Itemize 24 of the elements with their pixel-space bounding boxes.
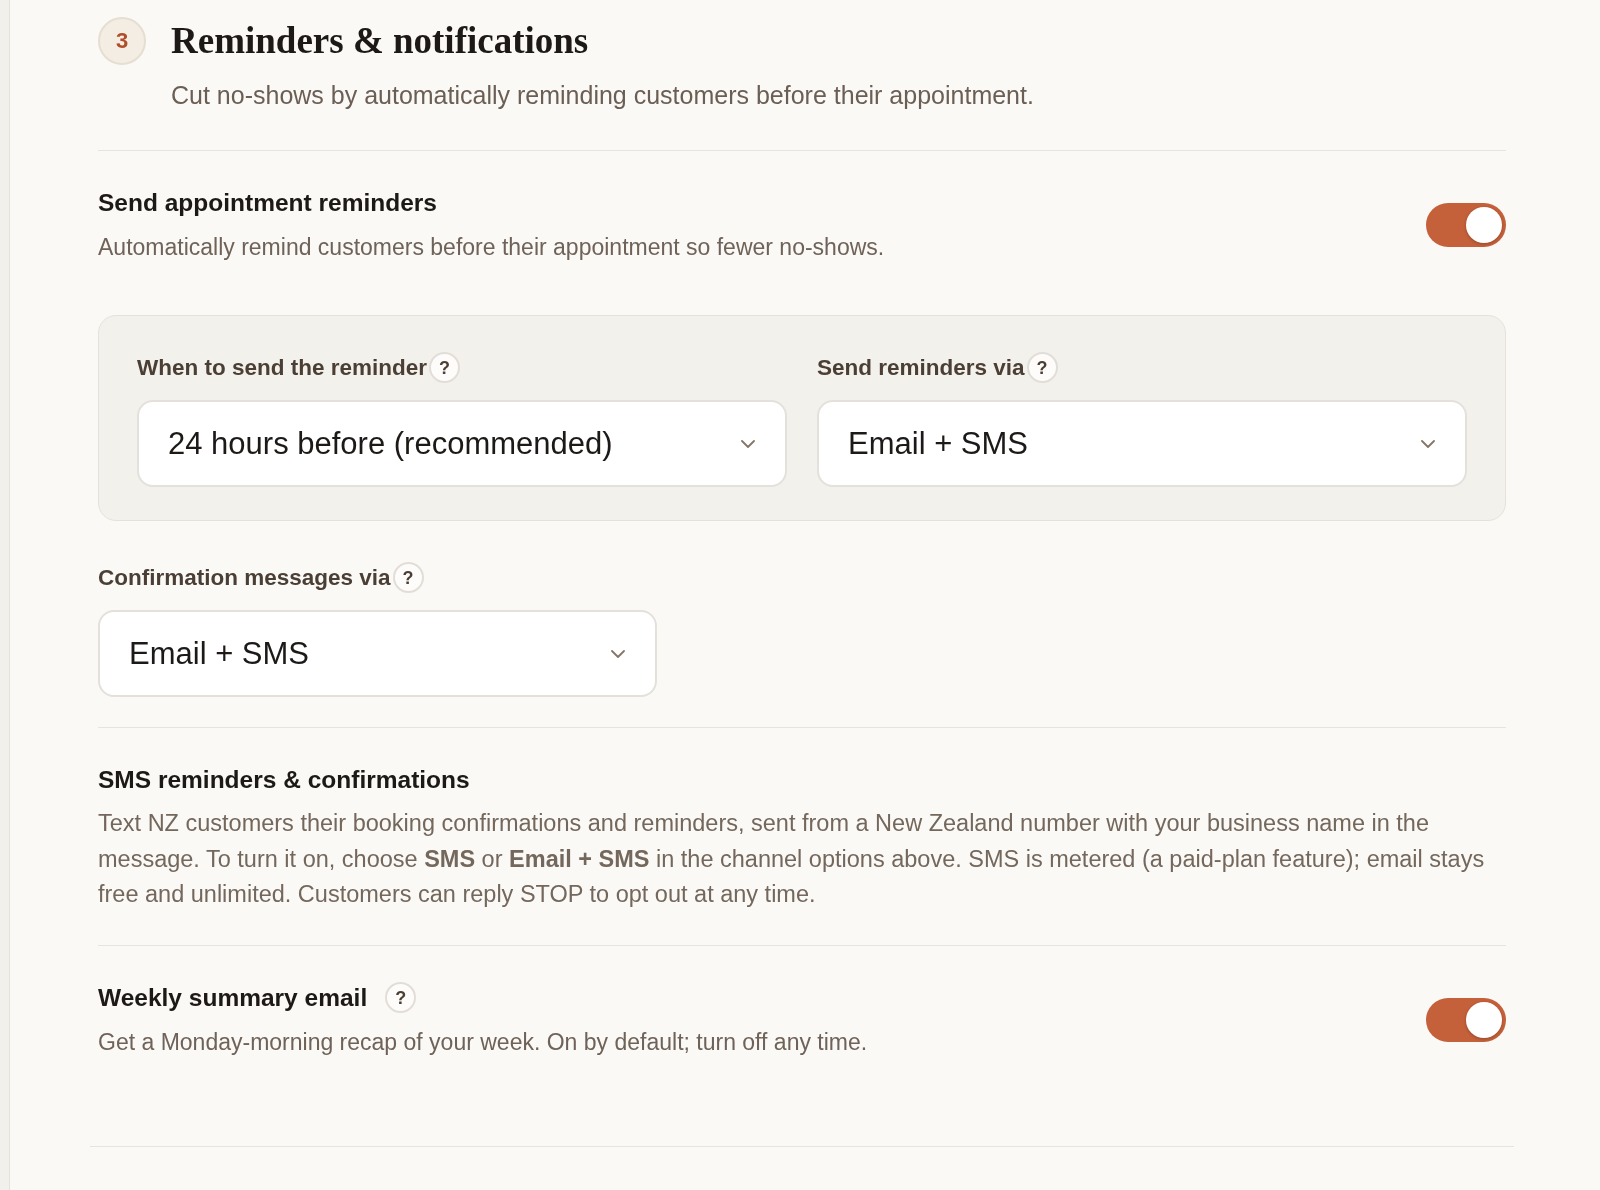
- dropdown[interactable]: Email + SMS: [98, 610, 657, 697]
- setting-description: Automatically remind customers before their appointment so fewer no-shows.: [98, 233, 885, 262]
- section-subtitle: Cut no-shows by automatically reminding customers before their appointment.: [171, 80, 1035, 111]
- help-button[interactable]: ?: [392, 562, 424, 593]
- setting-title: Weekly summary email: [98, 982, 368, 1013]
- toggle-switch[interactable]: [1426, 997, 1506, 1042]
- field-label: When to send the reminder: [137, 354, 428, 382]
- toggle-switch[interactable]: [1426, 203, 1506, 247]
- dropdown[interactable]: Email + SMS: [817, 400, 1467, 487]
- info-title: SMS reminders & confirmations: [98, 765, 471, 795]
- help-button[interactable]: ?: [429, 352, 461, 383]
- section-title: Reminders & notifications: [171, 19, 589, 63]
- dropdown[interactable]: 24 hours before (recommended): [137, 400, 787, 487]
- setting-title: Send appointment reminders: [98, 188, 437, 218]
- help-button[interactable]: ?: [385, 982, 417, 1013]
- setting-description: Get a Monday-morning recap of your week. On by default; turn off any time.: [98, 1027, 868, 1057]
- help-button[interactable]: ?: [1026, 352, 1058, 383]
- chevron-down-icon: [1421, 439, 1435, 448]
- field-label: Send reminders via: [817, 354, 1025, 382]
- field-label: Confirmation messages via: [98, 564, 391, 592]
- info-paragraph: Text NZ customers their booking confirmations and reminders, sent from a New Zealand number with your business name in the message. To turn it on, choose SMS or Email + SMS in the channel options above. SMS is metered (a paid-plan feature); email stays free and unlimited. Customers can reply STOP to opt out at any time.: [98, 809, 1486, 909]
- step-number: 3: [98, 17, 146, 65]
- chevron-down-icon: [741, 439, 755, 448]
- chevron-down-icon: [611, 649, 625, 658]
